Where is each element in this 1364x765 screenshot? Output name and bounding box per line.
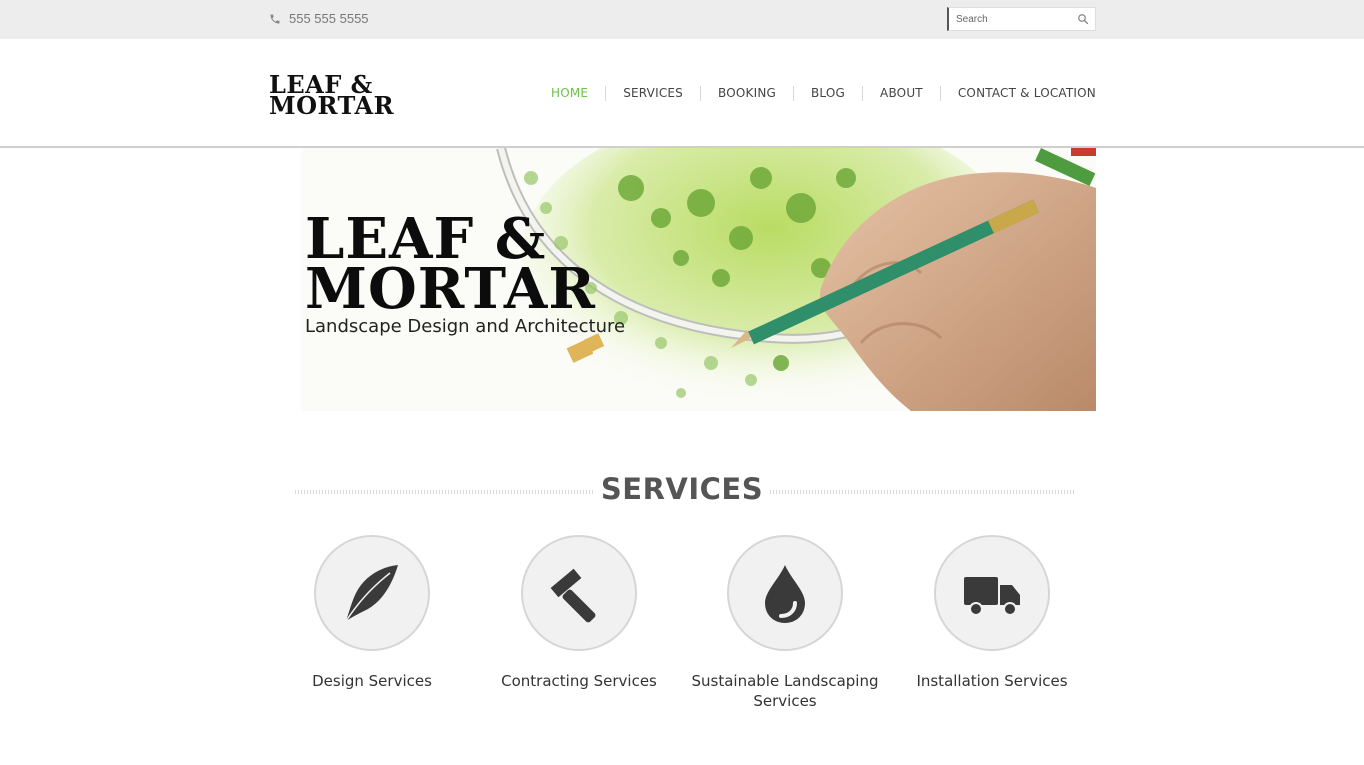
- site-header: LEAF & MORTAR HOME SERVICES BOOKING BLOG…: [0, 39, 1364, 148]
- site-logo[interactable]: LEAF & MORTAR: [269, 73, 395, 120]
- hero-title-line-2: MORTAR: [305, 256, 596, 322]
- service-icon-circle[interactable]: [521, 535, 637, 651]
- service-icon-circle[interactable]: [934, 535, 1050, 651]
- service-label: Sustainable Landscaping Services: [691, 672, 879, 710]
- services-heading-wrap: SERVICES: [0, 472, 1364, 506]
- service-label: Contracting Services: [501, 672, 657, 690]
- top-bar: 555 555 5555: [0, 0, 1364, 39]
- service-card-contracting[interactable]: Contracting Services: [479, 535, 679, 691]
- logo-line-2: MORTAR: [269, 91, 395, 120]
- phone-contact[interactable]: 555 555 5555: [269, 11, 369, 26]
- hero-subtitle: Landscape Design and Architecture: [305, 316, 626, 337]
- water-drop-icon: [765, 565, 805, 623]
- service-card-design[interactable]: Design Services: [272, 535, 472, 691]
- search-icon[interactable]: [1077, 13, 1089, 25]
- service-label: Design Services: [312, 672, 432, 690]
- services-heading: SERVICES: [600, 472, 764, 506]
- phone-number: 555 555 5555: [289, 11, 369, 26]
- nav-contact-location[interactable]: CONTACT & LOCATION: [939, 86, 1096, 101]
- main-nav: HOME SERVICES BOOKING BLOG ABOUT CONTACT…: [534, 86, 1096, 101]
- nav-booking[interactable]: BOOKING: [700, 86, 793, 101]
- hero-logo-title: LEAF & MORTAR: [305, 211, 596, 322]
- nav-blog[interactable]: BLOG: [793, 86, 862, 101]
- truck-icon: [964, 577, 1020, 616]
- search-box: [947, 7, 1096, 31]
- nav-home[interactable]: HOME: [534, 86, 605, 101]
- service-card-sustainable[interactable]: Sustainable Landscaping Services: [685, 535, 885, 711]
- service-icon-circle[interactable]: [727, 535, 843, 651]
- nav-about[interactable]: ABOUT: [862, 86, 940, 101]
- hero-banner: LEAF & MORTAR Landscape Design and Archi…: [301, 148, 1096, 411]
- service-icon-circle[interactable]: [314, 535, 430, 651]
- nav-services[interactable]: SERVICES: [605, 86, 700, 101]
- phone-icon: [270, 14, 280, 23]
- service-card-installation[interactable]: Installation Services: [892, 535, 1092, 691]
- search-input[interactable]: [949, 8, 1069, 30]
- service-label: Installation Services: [916, 672, 1068, 690]
- feather-icon: [345, 565, 398, 622]
- hammer-icon: [550, 568, 596, 623]
